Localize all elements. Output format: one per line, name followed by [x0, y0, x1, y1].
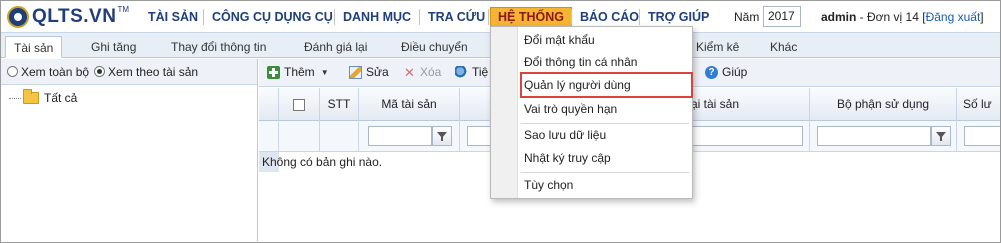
- radio-view-all[interactable]: Xem toàn bộ: [7, 65, 89, 79]
- logo-icon: [7, 6, 29, 28]
- column-header-ma-tai-san[interactable]: Mã tài sản: [359, 88, 460, 121]
- filter-input-bo-phan-su-dung[interactable]: [817, 126, 931, 146]
- menu-item-doi-mat-khau[interactable]: Đổi mật khẩu: [518, 29, 692, 51]
- filter-cell: [810, 121, 957, 152]
- filter-input-loai-tai-san[interactable]: [691, 126, 803, 146]
- filter-cell: [279, 121, 320, 152]
- menu-separator: [334, 9, 335, 25]
- filter-cell: [957, 121, 1000, 152]
- menu-separator: [203, 9, 204, 25]
- menu-separator: [571, 9, 572, 25]
- help-label: Giúp: [722, 65, 748, 79]
- tab-ghi-tang[interactable]: Ghi tăng: [83, 36, 144, 58]
- menu-cong-cu-dung-cu[interactable]: CÔNG CỤ DỤNG CỤ: [205, 7, 340, 27]
- user-info: admin - Đơn vị 14 [Đăng xuất]: [821, 10, 984, 24]
- edit-button[interactable]: Sửa: [349, 65, 389, 79]
- unit-text: - Đơn vị 14 [: [856, 10, 926, 24]
- radio-view-by-asset-label: Xem theo tài sản: [108, 64, 199, 79]
- filter-icon[interactable]: [931, 126, 951, 146]
- menu-tro-giup[interactable]: TRỢ GIÚP: [641, 7, 716, 27]
- column-header-stt[interactable]: STT: [320, 88, 359, 121]
- tab-thay-doi-thong-tin[interactable]: Thay đổi thông tin: [163, 36, 274, 58]
- radio-button-icon[interactable]: [94, 66, 106, 77]
- radio-view-by-asset[interactable]: Xem theo tài sản: [94, 65, 198, 79]
- left-panel: Xem toàn bộ Xem theo tài sản Tất cả: [1, 59, 258, 243]
- select-all-checkbox[interactable]: [293, 98, 305, 111]
- dropdown-gutter: [491, 27, 518, 198]
- tree-item-all[interactable]: Tất cả: [1, 85, 257, 105]
- delete-button[interactable]: ✕ Xóa: [403, 65, 441, 79]
- filter-input-so-luong[interactable]: [964, 126, 1000, 146]
- menu-separator: [639, 9, 640, 25]
- tools-icon: [455, 65, 468, 79]
- menu-he-thong[interactable]: HỆ THỐNG: [490, 7, 572, 27]
- menu-separator: [419, 9, 420, 25]
- column-header-so-luong[interactable]: Số lư: [957, 88, 1000, 121]
- edit-icon: [349, 65, 362, 79]
- tab-kiem-ke[interactable]: Kiểm kê: [688, 36, 747, 58]
- folder-icon: [23, 89, 39, 104]
- logout-link[interactable]: Đăng xuất: [926, 10, 981, 24]
- menu-item-vai-tro-quyen-han[interactable]: Vai trò quyền hạn: [518, 98, 692, 120]
- he-thong-dropdown: Đổi mật khẩu Đổi thông tin cá nhân Quản …: [490, 26, 693, 199]
- tools-button[interactable]: Tiệ: [455, 65, 488, 79]
- filter-cell: [259, 121, 279, 152]
- menu-item-doi-thong-tin-ca-nhan[interactable]: Đổi thông tin cá nhân: [518, 51, 692, 73]
- menu-tra-cuu[interactable]: TRA CỨU: [421, 7, 492, 27]
- tab-khac[interactable]: Khác: [762, 36, 805, 58]
- filter-cell: [359, 121, 460, 152]
- add-icon: [267, 65, 280, 79]
- column-header-bo-phan-su-dung[interactable]: Bộ phận sử dụng: [810, 88, 957, 121]
- tab-dieu-chuyen[interactable]: Điều chuyển: [393, 36, 476, 58]
- chevron-down-icon[interactable]: ▼: [321, 68, 329, 77]
- empty-message: Không có bản ghi nào.: [259, 152, 382, 172]
- radio-view-all-label: Xem toàn bộ: [21, 64, 90, 79]
- menu-tai-san[interactable]: TÀI SẢN: [141, 7, 205, 27]
- view-options: Xem toàn bộ Xem theo tài sản: [1, 59, 257, 85]
- app-logo[interactable]: QLTS.VN TM: [7, 5, 129, 29]
- menu-divider: [521, 172, 689, 173]
- add-button[interactable]: Thêm ▼: [267, 65, 329, 79]
- menu-separator: [488, 9, 489, 25]
- menu-bao-cao[interactable]: BÁO CÁO: [573, 7, 646, 27]
- username: admin: [821, 10, 857, 24]
- menu-danh-muc[interactable]: DANH MỤC: [336, 7, 418, 27]
- tools-label: Tiệ: [472, 65, 489, 79]
- help-icon: ?: [705, 65, 718, 79]
- close-bracket: ]: [980, 10, 984, 24]
- radio-button-icon[interactable]: [7, 66, 18, 77]
- tree-item-label: Tất cả: [44, 91, 78, 105]
- filter-icon[interactable]: [432, 126, 452, 146]
- menu-item-tuy-chon[interactable]: Tùy chọn: [518, 174, 692, 196]
- logo-text: QLTS.VN: [32, 6, 117, 27]
- add-label: Thêm: [284, 65, 315, 79]
- select-all-header: [279, 88, 320, 121]
- edit-label: Sửa: [366, 65, 389, 79]
- row-indicator-header: [259, 88, 279, 121]
- year-label: Năm: [734, 10, 760, 24]
- filter-cell: [320, 121, 359, 152]
- filter-input-ma-tai-san[interactable]: [368, 126, 432, 146]
- delete-icon: ✕: [404, 64, 415, 80]
- tab-tai-san[interactable]: Tài sản: [5, 36, 63, 58]
- logo-trademark: TM: [117, 4, 129, 14]
- tree-connector: [9, 97, 21, 99]
- menu-item-quan-ly-nguoi-dung[interactable]: Quản lý người dùng: [520, 72, 693, 98]
- help-button[interactable]: ? Giúp: [705, 65, 747, 79]
- menu-item-sao-luu-du-lieu[interactable]: Sao lưu dữ liệu: [518, 124, 692, 146]
- delete-label: Xóa: [420, 65, 442, 79]
- year-input[interactable]: 2017: [763, 6, 801, 27]
- menu-item-nhat-ky-truy-cap[interactable]: Nhật ký truy cập: [518, 147, 692, 169]
- tab-danh-gia-lai[interactable]: Đánh giá lại: [296, 36, 375, 58]
